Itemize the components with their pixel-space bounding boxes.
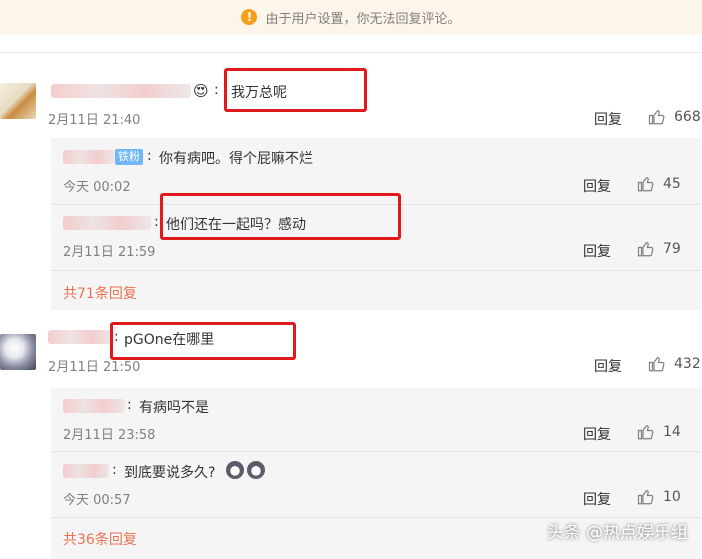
highlight-box <box>160 193 401 240</box>
emoji-icon <box>247 461 265 479</box>
like-button[interactable]: 432 <box>648 355 701 373</box>
emoji-icon <box>226 461 244 479</box>
colon: : <box>127 397 132 413</box>
reply-button[interactable]: 回复 <box>583 424 611 444</box>
emoji-icon: 😍 <box>193 82 209 100</box>
username-blurred[interactable] <box>51 84 191 98</box>
avatar[interactable] <box>0 83 36 119</box>
colon: : <box>147 148 152 164</box>
like-button[interactable]: 79 <box>637 240 681 258</box>
fan-badge: 铁粉 <box>115 149 143 165</box>
colon: : <box>214 82 219 98</box>
like-count: 14 <box>663 424 681 440</box>
divider <box>51 451 701 452</box>
like-button[interactable]: 668 <box>648 108 701 126</box>
thumbs-up-icon <box>648 356 665 372</box>
divider <box>51 270 701 271</box>
sub-comment-text: 有病吗不是 <box>139 400 209 416</box>
reply-button[interactable]: 回复 <box>594 109 622 129</box>
thumbs-up-icon <box>637 241 654 257</box>
reply-button[interactable]: 回复 <box>583 489 611 509</box>
thumbs-up-icon <box>637 176 654 192</box>
like-count: 79 <box>663 241 681 257</box>
username-blurred[interactable] <box>63 216 151 230</box>
thumbs-up-icon <box>637 489 654 505</box>
like-button[interactable]: 14 <box>637 423 681 441</box>
sub-comment-text: 到底要说多久? <box>124 465 216 481</box>
notice-bar: ! 由于用户设置，你无法回复评论。 <box>0 0 702 34</box>
more-replies-link[interactable]: 共36条回复 <box>63 529 137 549</box>
like-count: 668 <box>674 109 701 125</box>
sub-comment-text: 你有病吧。得个屁嘛不烂 <box>159 151 313 167</box>
reply-button[interactable]: 回复 <box>594 356 622 376</box>
like-button[interactable]: 45 <box>637 175 681 193</box>
watermark: 头条 @热点娱乐组 <box>546 523 688 543</box>
username-blurred[interactable] <box>48 330 114 344</box>
divider <box>0 52 702 53</box>
highlight-box <box>224 68 367 112</box>
sub-comment-time: 2月11日 23:58 <box>63 428 156 443</box>
warning-icon: ! <box>241 9 258 25</box>
notice-text: 由于用户设置，你无法回复评论。 <box>265 11 461 27</box>
colon: : <box>154 214 159 230</box>
highlight-box <box>110 322 296 360</box>
sub-comment-time: 2月11日 21:59 <box>63 245 156 260</box>
reply-button[interactable]: 回复 <box>583 241 611 261</box>
thumbs-up-icon <box>637 424 654 440</box>
sub-comment-time: 今天 00:57 <box>63 493 131 508</box>
like-count: 10 <box>663 489 681 505</box>
sub-comment-time: 今天 00:02 <box>63 180 131 195</box>
colon: : <box>112 462 117 478</box>
comment-time: 2月11日 21:40 <box>48 113 141 128</box>
like-count: 45 <box>663 176 681 192</box>
like-button[interactable]: 10 <box>637 488 681 506</box>
username-blurred[interactable] <box>63 150 115 164</box>
avatar[interactable] <box>0 334 36 370</box>
like-count: 432 <box>674 356 701 372</box>
username-blurred[interactable] <box>63 464 109 478</box>
more-replies-link[interactable]: 共71条回复 <box>63 283 137 303</box>
username-blurred[interactable] <box>63 399 125 413</box>
reply-button[interactable]: 回复 <box>583 176 611 196</box>
thumbs-up-icon <box>648 109 665 125</box>
